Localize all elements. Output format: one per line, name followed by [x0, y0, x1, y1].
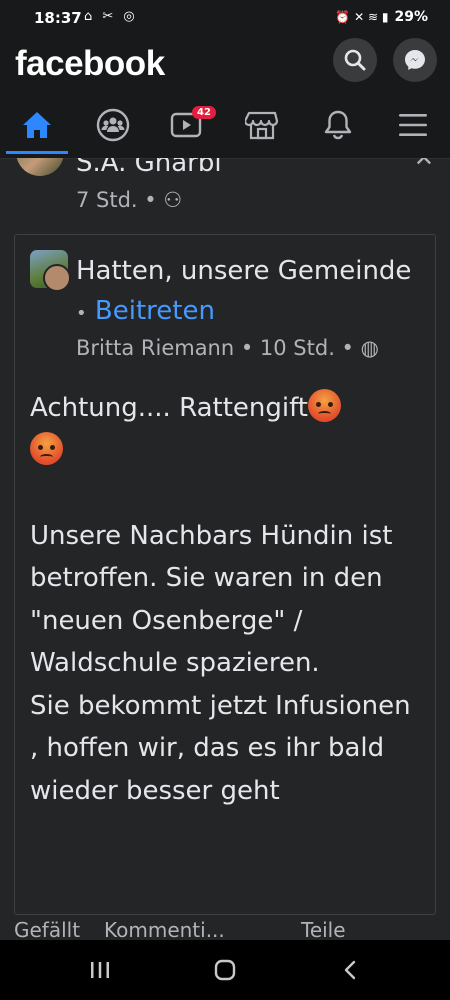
app-header: facebook 42: [0, 36, 450, 159]
groups-icon: [96, 108, 130, 142]
post-timestamp: 7 Std. • ⚇: [76, 188, 183, 212]
shared-post-card[interactable]: Hatten, unsere Gemeinde • Beitreten Brit…: [14, 234, 436, 915]
tab-menu[interactable]: [376, 96, 450, 154]
system-navigation-bar: [0, 940, 450, 1000]
search-icon: [344, 49, 366, 71]
facebook-logo: facebook: [15, 44, 165, 83]
marketplace-icon: [245, 111, 279, 140]
back-button[interactable]: [320, 940, 380, 1000]
tab-groups[interactable]: [76, 96, 150, 154]
author-avatar[interactable]: [16, 158, 64, 176]
tab-notifications[interactable]: [301, 96, 375, 154]
like-button[interactable]: Gefällt: [14, 918, 80, 940]
separator-dot: •: [76, 303, 87, 324]
post-actions: Gefällt Kommenti... Teile: [14, 918, 434, 940]
recent-apps-button[interactable]: [70, 940, 130, 1000]
messenger-button[interactable]: [393, 38, 437, 82]
watch-notification-badge: 42: [192, 106, 216, 119]
active-tab-indicator: [6, 151, 68, 154]
news-feed: S.A. Gharbi ✕ 7 Std. • ⚇ Hatten, unsere …: [0, 158, 450, 940]
battery-level: 29%: [394, 9, 428, 25]
recent-apps-icon: [91, 962, 109, 978]
back-icon: [344, 960, 356, 980]
hide-post-icon[interactable]: ✕: [414, 158, 434, 172]
bell-icon: [324, 110, 352, 140]
group-header: Hatten, unsere Gemeinde • Beitreten: [76, 251, 421, 334]
post-text-rest: Unsere Nachbars Hündin ist betroffen. Si…: [30, 520, 411, 806]
home-system-icon: [214, 959, 236, 981]
post-text: Achtung.... Rattengift Unsere Nachbars Hü…: [30, 387, 425, 812]
join-group-link[interactable]: Beitreten: [95, 296, 215, 326]
shared-post-meta: Britta Riemann • 10 Std. • ◍: [76, 336, 379, 360]
tab-home[interactable]: [0, 96, 74, 154]
angry-emoji-icon: [30, 431, 63, 465]
status-bar: 18:37 ⌂ ✂ ◎ ⏰ ✕ ≋ ▮ 29%: [0, 0, 450, 36]
post-text-line1: Achtung.... Rattengift: [30, 393, 308, 423]
post-author-name[interactable]: S.A. Gharbi: [76, 158, 222, 178]
search-button[interactable]: [333, 38, 377, 82]
tab-watch[interactable]: 42: [150, 96, 224, 154]
share-button[interactable]: Teile: [301, 918, 346, 940]
angry-emoji-icon: [308, 389, 341, 422]
home-icon: [23, 112, 51, 138]
status-system-icons: ⏰ ✕ ≋ ▮: [335, 10, 389, 24]
group-name[interactable]: Hatten, unsere Gemeinde: [76, 256, 411, 286]
comment-button[interactable]: Kommenti...: [104, 918, 225, 940]
home-system-button[interactable]: [195, 940, 255, 1000]
tab-bar: 42: [0, 96, 450, 154]
status-time: 18:37: [34, 9, 82, 27]
poster-avatar[interactable]: [43, 264, 71, 292]
status-right: ⏰ ✕ ≋ ▮ 29%: [335, 9, 428, 25]
messenger-icon: [405, 50, 425, 70]
status-notification-icons: ⌂ ✂ ◎: [84, 9, 138, 24]
menu-icon: [399, 114, 427, 136]
tab-marketplace[interactable]: [225, 96, 299, 154]
